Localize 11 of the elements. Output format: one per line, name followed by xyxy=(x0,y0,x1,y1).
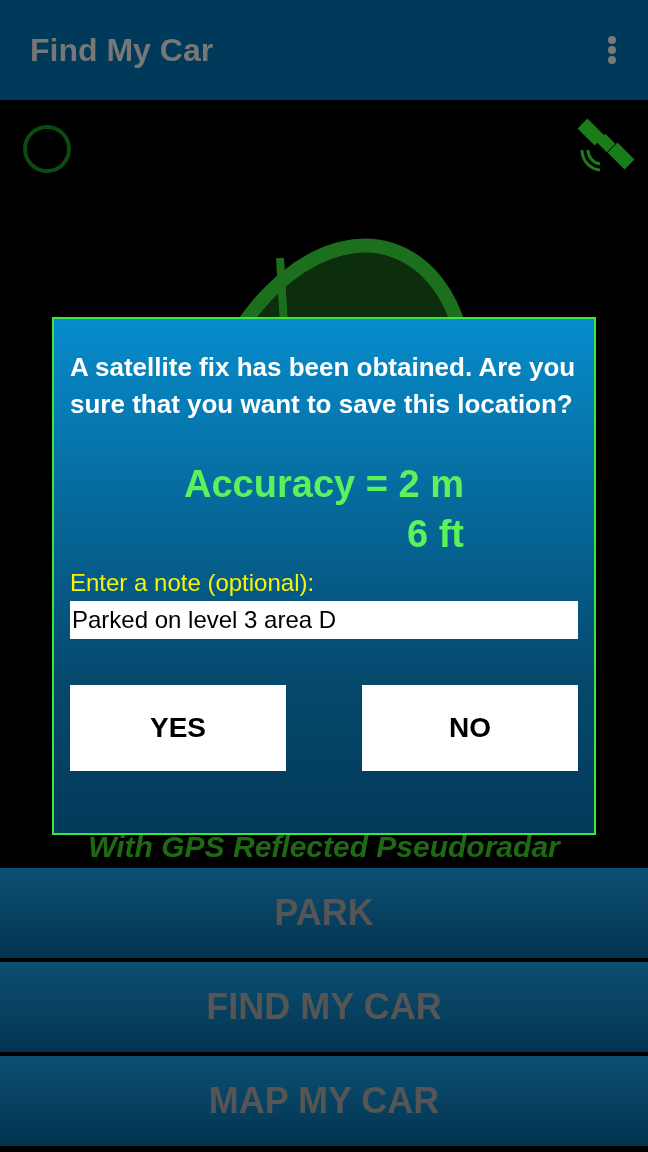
accuracy-text: 6 ft xyxy=(405,512,464,557)
circle-icon xyxy=(22,124,72,174)
note-label: Enter a note (optional): xyxy=(70,569,316,597)
dialog-message: A satellite fix has been obtained. Are you sure that you want to save this location? xyxy=(70,351,577,421)
app-title: Find My Car xyxy=(30,31,214,69)
note-field[interactable]: Parked on level 3 area D xyxy=(70,601,578,639)
banner-text: With GPS Reflected Pseudoradar xyxy=(88,830,560,864)
accuracy-text: Accuracy = 2 m xyxy=(184,462,464,507)
more-options-icon[interactable] xyxy=(606,35,618,65)
dialog-button[interactable]: NO xyxy=(362,685,578,771)
dialog-button[interactable]: YES xyxy=(70,685,286,771)
